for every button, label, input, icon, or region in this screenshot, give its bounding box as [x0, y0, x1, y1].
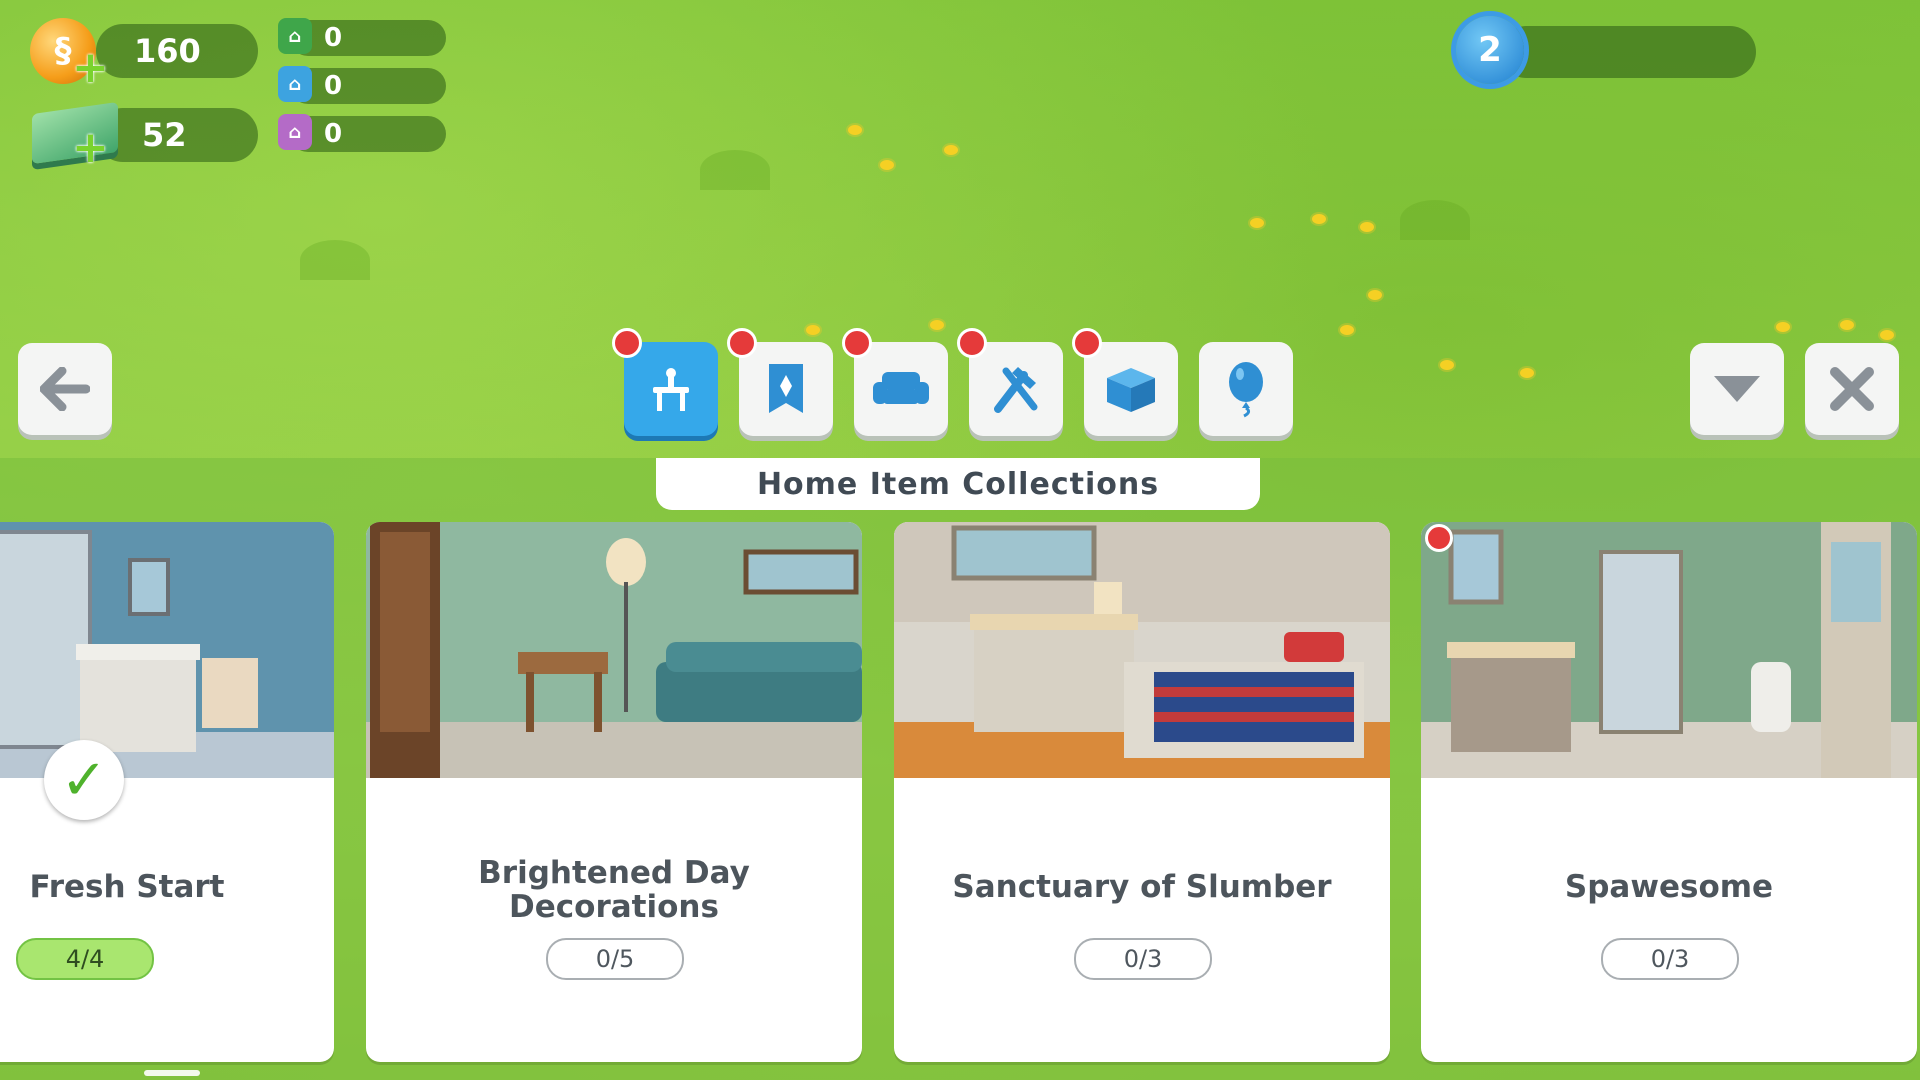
notification-dot: [957, 328, 987, 358]
flower: [1880, 330, 1894, 340]
level-value: 2: [1478, 30, 1502, 70]
purple-token-counter: 0: [290, 116, 446, 152]
simoleons-counter: 160: [96, 24, 258, 78]
notification-dot: [727, 328, 757, 358]
purple-token-value: 0: [324, 119, 343, 149]
tab-build[interactable]: [957, 328, 1063, 436]
table-icon: [653, 368, 689, 411]
xp-progress-bar[interactable]: [1500, 26, 1756, 78]
tab-events[interactable]: [1199, 342, 1293, 436]
flower: [848, 125, 862, 135]
flower: [1340, 325, 1354, 335]
notification-dot: [1425, 524, 1453, 552]
flower: [930, 320, 944, 330]
green-token-counter: 0: [290, 20, 446, 56]
add-simcash-plus-icon[interactable]: +: [72, 122, 109, 173]
grass-tuft: [700, 150, 770, 190]
tab-decor[interactable]: [727, 328, 833, 436]
bedroom-scene-image: [894, 522, 1390, 778]
purple-house-token-icon: ⌂: [278, 114, 312, 150]
grass-tuft: [1400, 200, 1470, 240]
blue-house-token-icon: ⌂: [278, 66, 312, 102]
collection-card-brightened-day[interactable]: Brightened Day Decorations 0/5: [366, 522, 862, 1062]
flower: [944, 145, 958, 155]
simoleons-value: 160: [134, 32, 201, 70]
collection-card-sanctuary-of-slumber[interactable]: Sanctuary of Slumber 0/3: [894, 522, 1390, 1062]
flower: [1520, 368, 1534, 378]
collection-progress: 0/3: [1074, 938, 1212, 980]
tab-furniture[interactable]: [842, 328, 948, 436]
flower: [806, 325, 820, 335]
notification-dot: [1072, 328, 1102, 358]
tools-icon: [994, 367, 1038, 413]
collection-card-spawesome[interactable]: Spawesome 0/3: [1421, 522, 1917, 1062]
living-room-scene-image: [366, 522, 862, 778]
completed-check-icon: ✓: [44, 740, 124, 820]
scroll-indicator: [144, 1070, 200, 1076]
back-button[interactable]: [18, 343, 112, 435]
collection-progress: 4/4: [16, 938, 154, 980]
flower: [1312, 214, 1326, 224]
bathroom-scene-image: [0, 522, 334, 778]
notification-dot: [842, 328, 872, 358]
collection-progress: 0/3: [1601, 938, 1739, 980]
level-badge-icon[interactable]: 2: [1456, 16, 1524, 84]
flower: [1440, 360, 1454, 370]
blue-token-value: 0: [324, 71, 343, 101]
add-simoleons-plus-icon[interactable]: +: [72, 42, 109, 93]
blue-token-counter: 0: [290, 68, 446, 104]
collection-name: Fresh Start: [29, 869, 225, 905]
collection-name-line2: Decorations: [509, 889, 719, 925]
green-token-value: 0: [324, 23, 343, 53]
armchair-icon: [873, 372, 929, 404]
green-house-token-icon: ⌂: [278, 18, 312, 54]
flower: [1250, 218, 1264, 228]
box-icon: [1107, 368, 1155, 412]
flower: [1360, 222, 1374, 232]
flower: [880, 160, 894, 170]
notification-dot: [612, 328, 642, 358]
collection-card-fresh-start[interactable]: ✓ Fresh Start 4/4: [0, 522, 334, 1062]
collection-name: Brightened Day Decorations: [366, 856, 862, 924]
flower: [1840, 320, 1854, 330]
balloon-icon: [1229, 362, 1263, 418]
back-arrow-icon: [40, 367, 90, 411]
simcash-value: 52: [142, 116, 187, 154]
tab-storage[interactable]: [1072, 328, 1178, 436]
close-icon: [1830, 367, 1874, 411]
close-button[interactable]: [1805, 343, 1899, 435]
tab-tables[interactable]: [612, 328, 718, 436]
flower: [1368, 290, 1382, 300]
chevron-down-icon: [1714, 376, 1760, 402]
collection-progress: 0/5: [546, 938, 684, 980]
grass-tuft: [300, 240, 370, 280]
flower: [1776, 322, 1790, 332]
bookmark-icon: [769, 364, 803, 413]
collection-name-line1: Brightened Day: [478, 855, 750, 891]
collapse-button[interactable]: [1690, 343, 1784, 435]
collection-name: Spawesome: [1564, 869, 1774, 905]
collection-name: Sanctuary of Slumber: [952, 869, 1332, 905]
simcash-counter: 52: [96, 108, 258, 162]
spa-bathroom-scene-image: [1421, 522, 1917, 778]
panel-title: Home Item Collections: [656, 458, 1260, 510]
